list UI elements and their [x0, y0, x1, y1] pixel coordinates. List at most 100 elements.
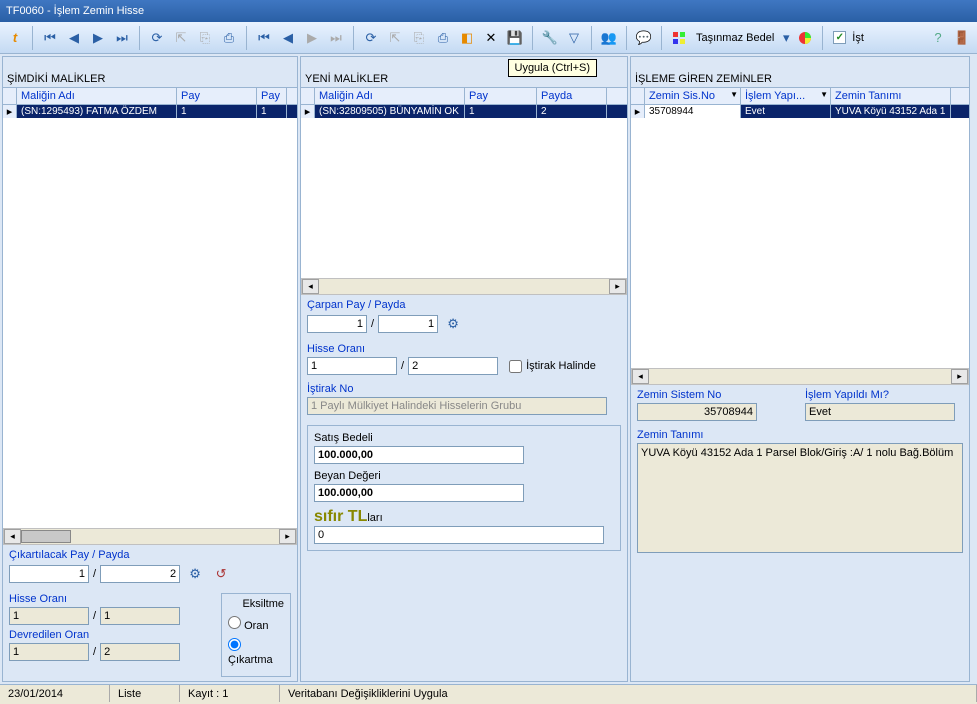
nav2-first-icon[interactable]: ⏮ — [253, 27, 275, 49]
cikartilacak-label: Çıkartılacak Pay / Payda — [9, 549, 291, 561]
col-payda[interactable]: Pay — [257, 88, 287, 104]
devr-pay-input — [9, 643, 89, 661]
zt-textarea: YUVA Köyü 43152 Ada 1 Parsel Blok/Giriş … — [637, 443, 963, 553]
isleme-giren-title: İŞLEME GİREN ZEMİNLER — [631, 71, 969, 88]
nav-prev-icon[interactable]: ◀ — [63, 27, 85, 49]
dropdown-icon[interactable]: ▾ — [780, 27, 792, 49]
left-panel: ŞİMDİKİ MALİKLER Maliğin Adı Pay Pay ▸ (… — [2, 56, 298, 682]
status-kayit: Kayıt : 1 — [180, 685, 280, 702]
mid-hscroll[interactable]: ◂▸ — [301, 278, 627, 295]
tool1-icon[interactable]: 🔧 — [539, 27, 561, 49]
mid-hisse-pay[interactable] — [307, 357, 397, 375]
status-date: 23/01/2014 — [0, 685, 110, 702]
oran-radio[interactable] — [228, 616, 241, 629]
cube-icon[interactable] — [668, 27, 690, 49]
refresh-icon[interactable]: ⟳ — [146, 27, 168, 49]
nav-next-icon[interactable]: ▶ — [87, 27, 109, 49]
istirak-no-label: İştirak No — [307, 383, 621, 395]
zsn-input — [637, 403, 757, 421]
iy-label: İşlem Yapıldı Mı? — [805, 389, 963, 401]
beyan-input[interactable] — [314, 484, 524, 502]
eksiltme-group: Eksiltme Oran Çıkartma — [221, 593, 291, 677]
istirak-no-input — [307, 397, 607, 415]
col-pay2[interactable]: Pay — [465, 88, 537, 104]
devredilen-label: Devredilen Oran — [9, 629, 209, 641]
cikart-reset-icon[interactable]: ↺ — [210, 563, 232, 585]
window-title: TF0060 - İşlem Zemin Hisse — [6, 5, 144, 17]
cikart-payda-input[interactable] — [100, 565, 180, 583]
nav-first-icon[interactable]: ⏮ — [39, 27, 61, 49]
comment-icon[interactable]: 💬 — [633, 27, 655, 49]
save-icon[interactable]: 💾 — [504, 27, 526, 49]
status-msg: Veritabanı Değişikliklerini Uygula — [280, 685, 977, 702]
print-icon[interactable]: ⎙ — [218, 27, 240, 49]
copy-icon[interactable]: ⎘ — [194, 27, 216, 49]
uygula-tooltip: Uygula (Ctrl+S) — [508, 59, 598, 77]
hisse-payda-input — [100, 607, 180, 625]
table-row[interactable]: ▸ (SN:1295493) FATMA ÖZDEM 1 1 — [3, 105, 297, 118]
carpan-label: Çarpan Pay / Payda — [307, 299, 621, 311]
simdiki-grid[interactable]: Maliğin Adı Pay Pay ▸ (SN:1295493) FATMA… — [3, 88, 297, 118]
mid-panel: Uygula (Ctrl+S) YENİ MALİKLER Maliğin Ad… — [300, 56, 628, 682]
carpan-pay-input[interactable] — [307, 315, 367, 333]
toggle-icon[interactable]: ◧ — [456, 27, 478, 49]
col-pay[interactable]: Pay — [177, 88, 257, 104]
satis-label: Satış Bedeli — [314, 432, 614, 444]
zt-label: Zemin Tanımı — [637, 429, 963, 441]
col-islem-yapildi[interactable]: İşlem Yapı...▼ — [741, 88, 831, 104]
nav-last-icon[interactable]: ⏭ — [111, 27, 133, 49]
nav2-last-icon[interactable]: ⏭ — [325, 27, 347, 49]
main-toolbar: t ⏮ ◀ ▶ ⏭ ⟳ ⇱ ⎘ ⎙ ⏮ ◀ ▶ ⏭ ⟳ ⇱ ⎘ ⎙ ◧ ✕ 💾 … — [0, 22, 977, 54]
filter-icon[interactable]: ▽ — [563, 27, 585, 49]
satis-input[interactable] — [314, 446, 524, 464]
table-row[interactable]: ▸ 35708944 Evet YUVA Köyü 43152 Ada 1 — [631, 105, 969, 118]
table-row[interactable]: ▸ (SN:32809505) BÜNYAMİN OK 1 2 — [301, 105, 627, 118]
carpan-payda-input[interactable] — [378, 315, 438, 333]
zsn-label: Zemin Sistem No — [637, 389, 795, 401]
piechart-icon[interactable] — [794, 27, 816, 49]
cikart-pay-input[interactable] — [9, 565, 89, 583]
col-zemin-sis[interactable]: Zemin Sis.No▼ — [645, 88, 741, 104]
col-zemin-tanim[interactable]: Zemin Tanımı — [831, 88, 951, 104]
right-hscroll[interactable]: ◂▸ — [631, 368, 969, 385]
col-mal-adi[interactable]: Maliğin Adı — [17, 88, 177, 104]
istirak-checkbox[interactable] — [509, 360, 522, 373]
status-liste: Liste — [110, 685, 180, 702]
hisse-pay-input — [9, 607, 89, 625]
help-icon[interactable]: ? — [927, 27, 949, 49]
col-payda2[interactable]: Payda — [537, 88, 607, 104]
ist-label: İşt — [848, 32, 868, 44]
left-hscroll[interactable]: ◂▸ — [3, 528, 297, 545]
devr-payda-input — [100, 643, 180, 661]
export-icon[interactable]: ⇱ — [170, 27, 192, 49]
beyan-label: Beyan Değeri — [314, 470, 614, 482]
status-bar: 23/01/2014 Liste Kayıt : 1 Veritabanı De… — [0, 684, 977, 702]
nav2-next-icon[interactable]: ▶ — [301, 27, 323, 49]
simdiki-malikler-title: ŞİMDİKİ MALİKLER — [3, 71, 297, 88]
tl-input[interactable] — [314, 526, 604, 544]
cikart-calc-icon[interactable]: ⚙ — [184, 563, 206, 585]
refresh2-icon[interactable]: ⟳ — [360, 27, 382, 49]
hisse-orani-label: Hisse Oranı — [9, 593, 209, 605]
users-icon[interactable]: 👥 — [598, 27, 620, 49]
chevron-down-icon: ▼ — [820, 90, 828, 99]
yeni-grid[interactable]: Maliğin Adı Pay Payda ▸ (SN:32809505) BÜ… — [301, 88, 627, 118]
ist-checkbox[interactable] — [833, 31, 846, 44]
copy2-icon[interactable]: ⎘ — [408, 27, 430, 49]
export2-icon[interactable]: ⇱ — [384, 27, 406, 49]
tl-sifir-label: sıfır TL — [314, 508, 367, 525]
delete-icon[interactable]: ✕ — [480, 27, 502, 49]
chevron-down-icon: ▼ — [730, 90, 738, 99]
app-logo-icon[interactable]: t — [4, 27, 26, 49]
zemin-grid[interactable]: Zemin Sis.No▼ İşlem Yapı...▼ Zemin Tanım… — [631, 88, 969, 118]
mid-hisse-label: Hisse Oranı — [307, 343, 621, 355]
col-mal-adi2[interactable]: Maliğin Adı — [315, 88, 465, 104]
print2-icon[interactable]: ⎙ — [432, 27, 454, 49]
close-door-icon[interactable]: 🚪 — [951, 27, 973, 49]
tasinmaz-bedel-label[interactable]: Taşınmaz Bedel — [692, 32, 778, 44]
right-panel: İŞLEME GİREN ZEMİNLER Zemin Sis.No▼ İşle… — [630, 56, 970, 682]
mid-hisse-payda[interactable] — [408, 357, 498, 375]
carpan-calc-icon[interactable]: ⚙ — [442, 313, 464, 335]
cikartma-radio[interactable] — [228, 638, 241, 651]
nav2-prev-icon[interactable]: ◀ — [277, 27, 299, 49]
